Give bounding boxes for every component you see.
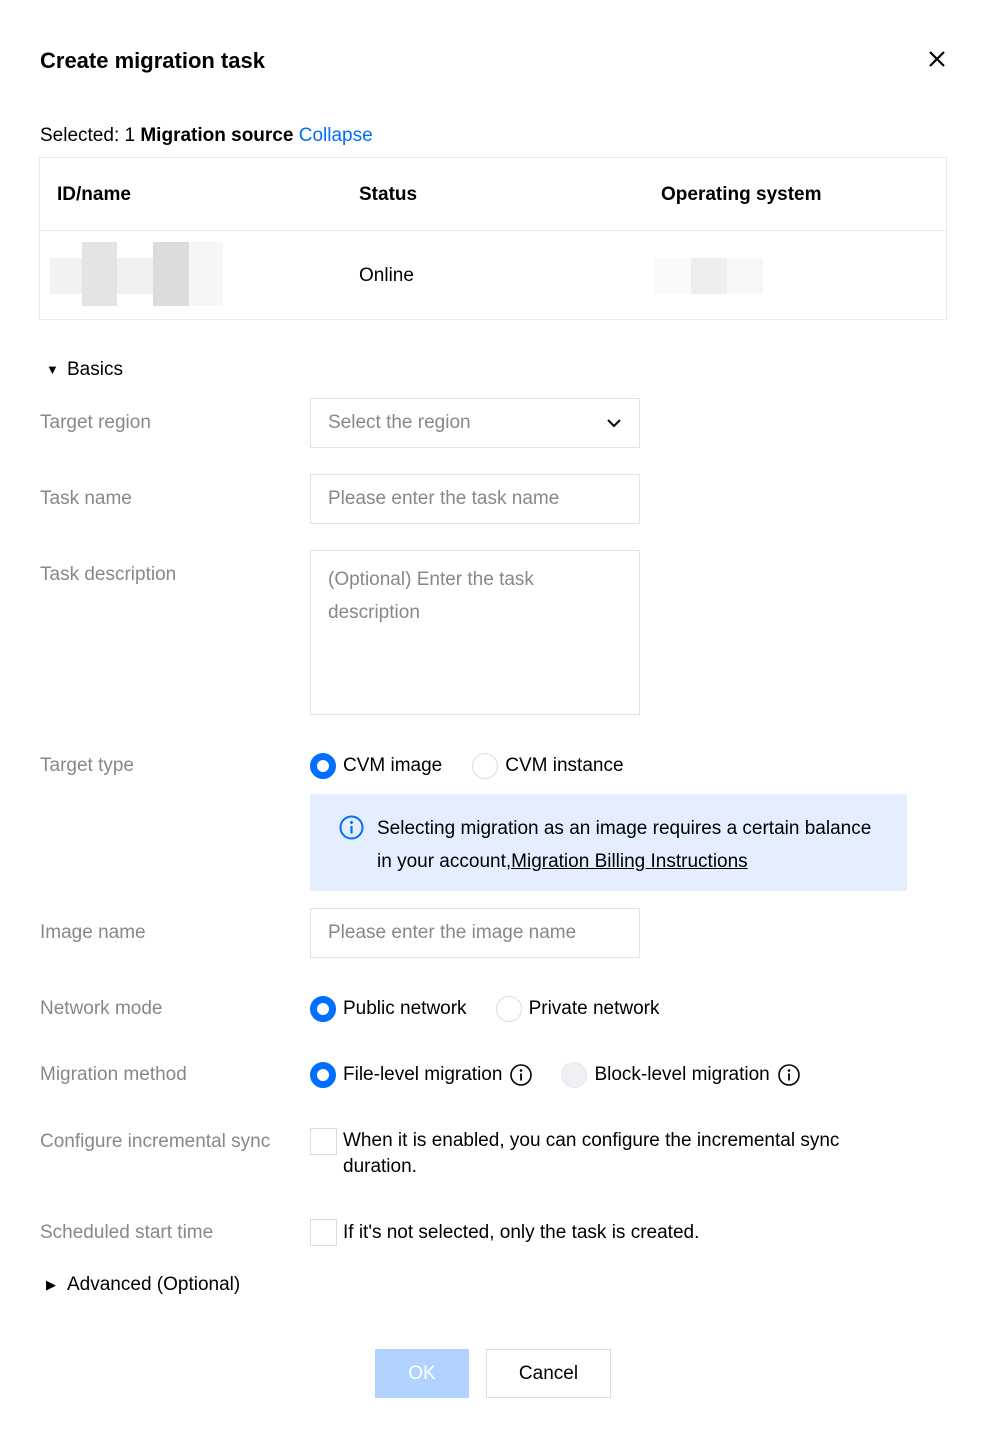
dialog-title: Create migration task bbox=[40, 48, 265, 73]
network-mode-option-label: Public network bbox=[343, 998, 467, 1019]
selection-source-label: Migration source bbox=[140, 125, 294, 146]
advanced-section-toggle[interactable]: ▶ Advanced (Optional) bbox=[46, 1273, 240, 1297]
radio-unchecked-icon bbox=[495, 996, 522, 1022]
target-type-cvm-instance-radio[interactable]: CVM instance bbox=[472, 753, 624, 779]
network-mode-public-radio[interactable]: Public network bbox=[310, 996, 467, 1022]
column-header-operating-system: Operating system bbox=[661, 184, 822, 205]
migration-method-radio-group: File-level migration Block-level migrati… bbox=[310, 1062, 800, 1088]
caret-right-icon: ▶ bbox=[46, 1277, 56, 1292]
close-button[interactable] bbox=[922, 44, 952, 74]
radio-unchecked-icon bbox=[472, 753, 499, 779]
column-header-id-name: ID/name bbox=[57, 184, 131, 205]
target-region-label: Target region bbox=[40, 412, 151, 433]
basics-section-label: Basics bbox=[67, 359, 123, 380]
network-mode-option-label: Private network bbox=[528, 998, 660, 1019]
radio-checked-icon bbox=[310, 996, 336, 1022]
target-type-option-label: CVM instance bbox=[505, 755, 624, 776]
ok-button[interactable]: OK bbox=[375, 1349, 469, 1398]
image-name-label: Image name bbox=[40, 922, 146, 943]
migration-method-label: Migration method bbox=[40, 1064, 187, 1085]
billing-instructions-link[interactable]: Migration Billing Instructions bbox=[511, 851, 748, 872]
incremental-sync-checkbox[interactable] bbox=[310, 1128, 337, 1155]
radio-checked-icon bbox=[310, 753, 336, 779]
cancel-button[interactable]: Cancel bbox=[486, 1349, 611, 1398]
row-status: Online bbox=[359, 265, 414, 286]
task-description-label: Task description bbox=[40, 564, 177, 585]
incremental-sync-description: When it is enabled, you can configure th… bbox=[343, 1130, 840, 1177]
column-header-status: Status bbox=[359, 184, 418, 205]
scheduled-start-label: Scheduled start time bbox=[40, 1222, 214, 1243]
table-header: ID/name Status Operating system bbox=[40, 158, 946, 231]
network-mode-radio-group: Public network Private network bbox=[310, 996, 660, 1022]
task-name-input[interactable] bbox=[310, 474, 640, 524]
basics-section-toggle[interactable]: ▼ Basics bbox=[46, 358, 123, 382]
target-type-label: Target type bbox=[40, 755, 134, 776]
selection-count: Selected: 1 bbox=[40, 125, 136, 146]
advanced-section-label: Advanced (Optional) bbox=[67, 1274, 241, 1295]
migration-method-option-label: File-level migration bbox=[343, 1064, 503, 1085]
billing-notice: Selecting migration as an image requires… bbox=[310, 794, 907, 891]
info-circle-icon[interactable] bbox=[510, 1064, 533, 1086]
target-region-placeholder: Select the region bbox=[328, 412, 471, 433]
migration-method-option-label: Block-level migration bbox=[594, 1064, 770, 1085]
caret-down-icon: ▼ bbox=[46, 362, 59, 377]
migration-source-table: ID/name Status Operating system Online bbox=[39, 157, 947, 320]
migration-method-file-level-radio[interactable]: File-level migration bbox=[310, 1062, 533, 1088]
task-description-input[interactable] bbox=[310, 550, 640, 715]
radio-checked-icon bbox=[310, 1062, 336, 1088]
billing-notice-text: Selecting migration as an image requires… bbox=[377, 812, 877, 878]
radio-disabled-icon bbox=[561, 1062, 588, 1088]
incremental-sync-label: Configure incremental sync bbox=[40, 1131, 271, 1152]
scheduled-start-checkbox[interactable] bbox=[310, 1219, 337, 1246]
network-mode-label: Network mode bbox=[40, 998, 163, 1019]
scheduled-start-description: If it's not selected, only the task is c… bbox=[343, 1222, 700, 1243]
selection-summary: Selected: 1 Migration source Collapse bbox=[40, 123, 373, 149]
collapse-link[interactable]: Collapse bbox=[299, 125, 373, 146]
chevron-down-icon bbox=[607, 419, 621, 428]
close-icon bbox=[929, 51, 945, 67]
info-circle-icon bbox=[339, 815, 364, 840]
image-name-input[interactable] bbox=[310, 908, 640, 958]
target-type-radio-group: CVM image CVM instance bbox=[310, 753, 624, 779]
task-name-label: Task name bbox=[40, 488, 132, 509]
migration-method-block-level-radio[interactable]: Block-level migration bbox=[561, 1062, 800, 1088]
target-region-select[interactable]: Select the region bbox=[310, 398, 640, 448]
network-mode-private-radio[interactable]: Private network bbox=[495, 996, 660, 1022]
target-type-option-label: CVM image bbox=[343, 755, 443, 776]
info-circle-icon[interactable] bbox=[777, 1064, 800, 1086]
target-type-cvm-image-radio[interactable]: CVM image bbox=[310, 753, 442, 779]
